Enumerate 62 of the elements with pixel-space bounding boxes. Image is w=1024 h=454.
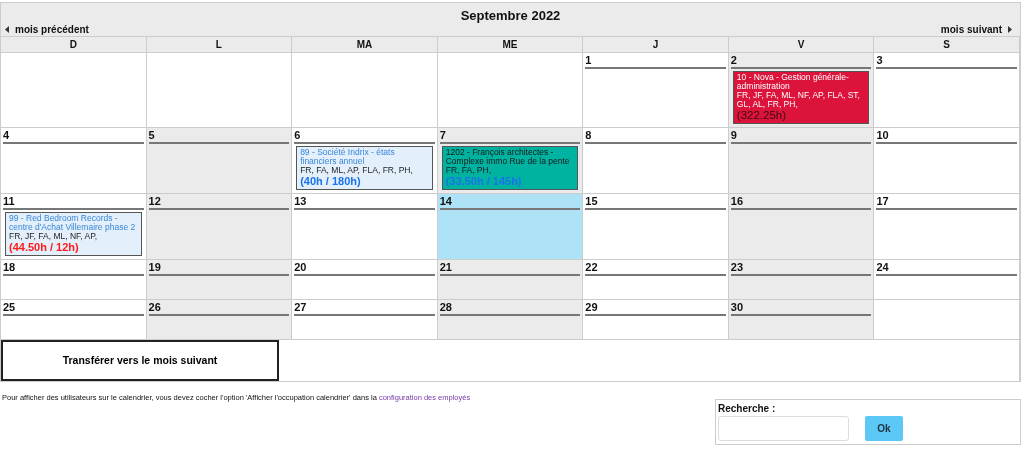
day-number: 29 <box>585 301 726 316</box>
day-number: 21 <box>439 261 581 276</box>
event-hours: (33.50h / 145h) <box>445 175 523 188</box>
left-triangle-icon <box>5 26 9 33</box>
event-users: FR, FA, ML, AP, FLA, FR, PH, <box>300 166 414 175</box>
event-title: 89 - Société Indrix - états financiers annuel <box>300 148 396 166</box>
event-users: FR, FA, PH, <box>445 166 493 175</box>
day-number: 23 <box>730 261 872 276</box>
day-number: 1 <box>585 54 726 69</box>
weekday-header: MA <box>292 37 438 53</box>
day-number: 6 <box>294 129 435 144</box>
next-month-link[interactable]: mois suivant <box>940 22 1012 37</box>
event-hours: (322.25h) <box>736 109 788 122</box>
day-number: 19 <box>148 261 290 276</box>
search-label: Recherche : <box>718 402 777 417</box>
day-number: 8 <box>585 129 726 144</box>
day-number: 14 <box>439 195 581 210</box>
day-number: 25 <box>3 301 144 316</box>
event-hours: (40h / 180h) <box>300 175 362 188</box>
day-number: 9 <box>730 129 872 144</box>
event-hours: (44.50h / 12h) <box>9 241 80 254</box>
transfer-button[interactable]: Transférer vers le mois suivant <box>1 340 279 381</box>
day-number: 10 <box>876 129 1017 144</box>
weekday-header: ME <box>437 37 584 53</box>
day-number: 30 <box>730 301 872 316</box>
day-number: 22 <box>585 261 726 276</box>
weekday-header: V <box>728 37 875 53</box>
event-card[interactable]: 89 - Société Indrix - états financiers annuel FR, FA, ML, AP, FLA, FR, PH, (40h / 180h) <box>296 146 433 190</box>
event-users: FR, JF, FA, ML, NF, AP, <box>9 232 99 241</box>
event-users: FR, JF, FA, ML, NF, AP, FLA, ST, GL, AL, FR, PH, <box>736 91 861 109</box>
month-title: Septembre 2022 <box>459 7 562 25</box>
day-number: 15 <box>585 195 726 210</box>
weekday-header: S <box>874 37 1020 53</box>
day-number: 18 <box>3 261 144 276</box>
day-number: 13 <box>294 195 435 210</box>
day-number: 27 <box>294 301 435 316</box>
right-triangle-icon <box>1008 26 1012 33</box>
event-title: 1202 - François architectes - Complexe immo Rue de la pente <box>445 148 571 166</box>
day-number: 17 <box>876 195 1017 210</box>
ok-button[interactable]: Ok <box>865 416 903 442</box>
event-card[interactable]: 10 - Nova - Gestion générale-administration FR, JF, FA, ML, NF, AP, FLA, ST, GL, AL, FR, PH, (322.25h) <box>732 71 870 124</box>
day-number: 3 <box>876 54 1017 69</box>
previous-month-link[interactable]: mois précédent <box>5 22 89 37</box>
day-number: 26 <box>148 301 290 316</box>
weekday-header: D <box>1 37 147 53</box>
day-number: 5 <box>148 129 290 144</box>
event-card[interactable]: 1202 - François architectes - Complexe immo Rue de la pente FR, FA, PH, (33.50h / 145h) <box>441 146 579 190</box>
weekday-header: L <box>146 37 293 53</box>
day-number: 2 <box>730 54 872 69</box>
day-number: 11 <box>3 195 144 210</box>
day-number: 7 <box>439 129 581 144</box>
day-number: 12 <box>148 195 290 210</box>
day-number: 24 <box>876 261 1017 276</box>
event-card[interactable]: 99 - Red Bedroom Records - centre d'Achat Villemaire phase 2 FR, JF, FA, ML, NF, AP, (44.50h / 12h) <box>5 212 142 256</box>
day-number: 28 <box>439 301 581 316</box>
search-field[interactable] <box>718 416 849 442</box>
day-number: 20 <box>294 261 435 276</box>
event-title: 99 - Red Bedroom Records - centre d'Achat Villemaire phase 2 <box>9 214 137 232</box>
day-number: 16 <box>730 195 872 210</box>
weekday-header: J <box>583 37 729 53</box>
event-title: 10 - Nova - Gestion générale-administration <box>736 73 850 91</box>
day-number: 4 <box>3 129 144 144</box>
